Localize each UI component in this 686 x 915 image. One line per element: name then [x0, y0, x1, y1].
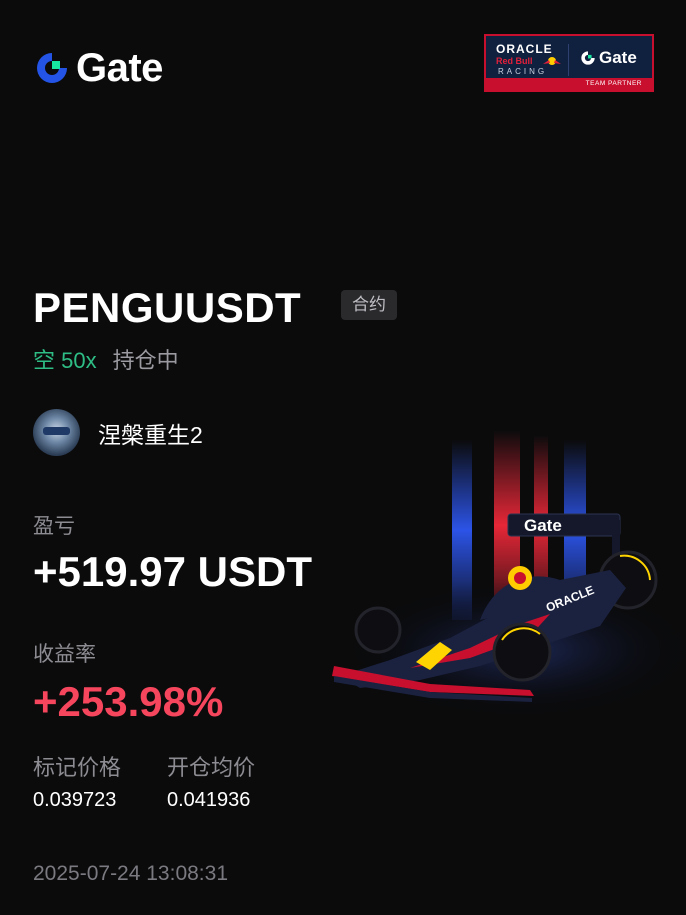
timestamp: 2025-07-24 13:08:31: [33, 862, 228, 885]
side-label: 空: [33, 348, 56, 373]
contract-symbol: PENGUUSDT: [33, 284, 302, 331]
pnl-value: +519.97 USDT: [33, 548, 312, 595]
partner-line-2: Red Bull: [496, 56, 533, 66]
username: 涅槃重生2: [98, 421, 203, 448]
position-status: 持仓中: [112, 348, 179, 373]
mark-price-label: 标记价格: [33, 755, 122, 780]
svg-text:Gate: Gate: [524, 516, 562, 535]
brand-name: Gate: [76, 46, 163, 90]
roi-label: 收益率: [33, 643, 96, 666]
front-wheel: [354, 606, 402, 654]
partner-brand: Gate: [599, 48, 637, 67]
partner-divider: [568, 44, 569, 76]
front-wheel: [492, 622, 552, 682]
partner-footer: TEAM PARTNER: [486, 78, 652, 90]
partner-gate-logo: Gate: [580, 48, 637, 68]
bull-icon: [543, 57, 561, 65]
position-side: 空 50x: [33, 343, 97, 375]
race-car-illustration: Gate ORACLE: [332, 430, 686, 720]
team-partner-badge: ORACLE Red Bull RACING Gate TEAM PARTNER: [484, 34, 654, 92]
pnl-label: 盈亏: [33, 515, 75, 538]
user-info: 涅槃重生2: [33, 409, 203, 456]
entry-price-label: 开仓均价: [167, 755, 256, 780]
partner-line-1: ORACLE: [496, 42, 553, 56]
market-type-badge: 合约: [341, 290, 397, 320]
gate-logo-icon: [581, 51, 595, 65]
gate-logo-icon: [37, 53, 67, 83]
avatar: [33, 409, 80, 456]
partner-line-3: RACING: [498, 67, 548, 76]
leverage: 50x: [61, 348, 97, 373]
gate-logo: Gate: [34, 48, 163, 88]
roi-value: +253.98%: [33, 678, 224, 725]
pnl-share-card: Gate ORACLE Red Bull RACING Gate TEAM PA…: [0, 0, 686, 915]
entry-price-value: 0.041936: [167, 789, 251, 811]
position-info: 空 50x 持仓中: [33, 343, 179, 375]
mark-price-value: 0.039723: [33, 789, 117, 811]
